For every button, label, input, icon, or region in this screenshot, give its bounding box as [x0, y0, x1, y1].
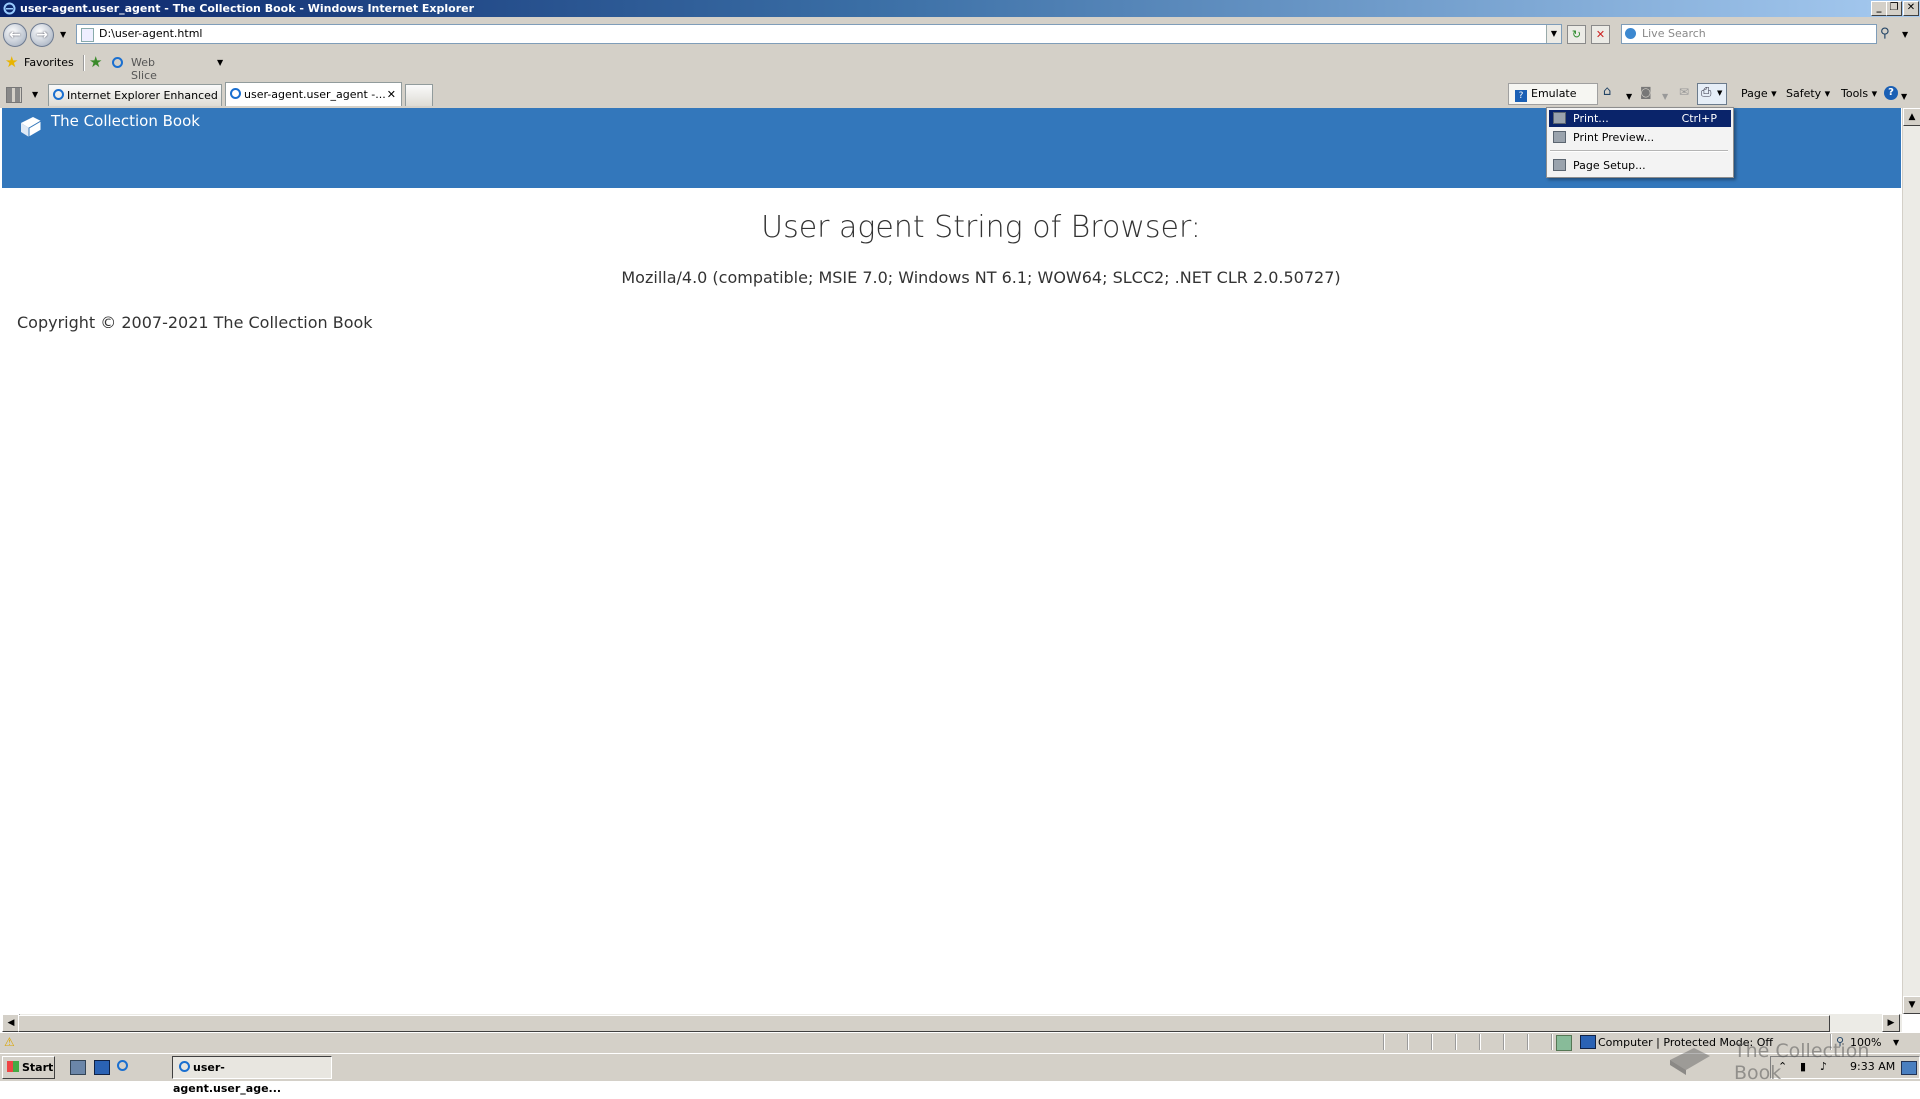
print-preview-icon [1553, 131, 1566, 143]
site-name[interactable]: The Collection Book [51, 112, 200, 130]
page-icon [81, 28, 94, 42]
emulate-ie7-button[interactable]: ?Emulate IE7 [1508, 83, 1598, 120]
address-dropdown-icon[interactable]: ▼ [1546, 25, 1561, 43]
watermark-book-icon [1670, 1048, 1710, 1075]
address-bar[interactable]: D:\user-agent.html ▼ [76, 24, 1562, 44]
home-icon[interactable]: ⌂ [1603, 84, 1611, 100]
page-setup-icon [1553, 159, 1566, 171]
start-label: Start [22, 1061, 54, 1074]
menu-item-label: Print Preview... [1573, 131, 1655, 144]
scroll-right-icon[interactable]: ▶ [1882, 1014, 1900, 1032]
page-heading: User agent String of Browser: [761, 210, 1201, 245]
favorites-star-icon: ★ [5, 53, 19, 71]
tools-menu[interactable]: Tools ▾ [1841, 86, 1877, 102]
title-bar: user-agent.user_agent - The Collection B… [0, 0, 1920, 17]
stop-button[interactable]: ✕ [1591, 25, 1610, 44]
back-arrow-icon: ← [9, 27, 21, 43]
menu-separator [1550, 150, 1728, 152]
refresh-button[interactable]: ↻ [1567, 25, 1586, 44]
close-tab-button[interactable]: ✕ [387, 83, 396, 107]
tab-user-agent[interactable]: user-agent.user_agent -... ✕ [225, 82, 402, 106]
ie-taskbar-icon [179, 1061, 190, 1072]
menu-item-label: Page Setup... [1573, 159, 1646, 172]
restore-button[interactable]: ❐ [1886, 1, 1902, 16]
page-menu-label: Page [1741, 87, 1768, 100]
quick-tabs-icon[interactable] [6, 87, 22, 103]
back-button[interactable]: ← [3, 23, 27, 47]
tab-label: user-agent.user_agent -... [244, 88, 386, 101]
menu-item-print[interactable]: Print... Ctrl+P [1549, 110, 1731, 127]
forward-arrow-icon: → [36, 27, 48, 43]
web-slice-icon [112, 57, 123, 68]
help-icon[interactable]: ? [1884, 86, 1898, 100]
warning-icon: ⚠ [4, 1035, 15, 1049]
feeds-dropdown-icon[interactable]: ▼ [1662, 89, 1668, 105]
safety-menu[interactable]: Safety ▾ [1786, 86, 1830, 102]
web-slice-dropdown-icon[interactable]: ▼ [217, 58, 223, 67]
tab-ie-enhanced[interactable]: Internet Explorer Enhanced ... [48, 84, 222, 124]
search-options-icon[interactable]: ▼ [1902, 30, 1908, 39]
print-icon [1553, 112, 1566, 124]
tab-list-dropdown-icon[interactable]: ▼ [32, 90, 38, 99]
address-input[interactable]: D:\user-agent.html [99, 25, 202, 43]
print-dropdown-icon: ▼ [1717, 89, 1723, 97]
menu-item-page-setup[interactable]: Page Setup... [1549, 157, 1731, 174]
home-dropdown-icon[interactable]: ▼ [1626, 89, 1632, 105]
help-dropdown-icon[interactable]: ▼ [1901, 89, 1907, 105]
print-button[interactable]: ⎙ ▼ [1697, 83, 1727, 105]
ie-page-icon [53, 89, 64, 100]
start-button[interactable]: Start [2, 1056, 55, 1079]
close-window-button[interactable]: ✕ [1903, 1, 1919, 16]
forward-button[interactable]: → [30, 23, 54, 47]
search-box[interactable]: Live Search [1621, 24, 1877, 44]
emulate-icon: ? [1515, 90, 1527, 102]
show-desktop-icon[interactable] [94, 1060, 110, 1075]
search-icon[interactable]: ⚲ [1880, 26, 1890, 41]
menu-item-label: Print... [1573, 112, 1609, 125]
printer-icon: ⎙ [1701, 85, 1712, 100]
search-provider-icon [1625, 28, 1636, 39]
ie-logo-icon [3, 2, 16, 15]
feeds-icon[interactable]: ◙ [1640, 84, 1652, 100]
favorites-button[interactable]: Favorites [24, 56, 74, 69]
ie-quicklaunch-icon[interactable] [117, 1060, 131, 1073]
watermark-text: The Collection Book [1734, 1040, 1870, 1084]
security-zone-icon [1556, 1035, 1572, 1051]
menu-item-print-preview[interactable]: Print Preview... [1549, 129, 1731, 146]
user-agent-string: Mozilla/4.0 (compatible; MSIE 7.0; Windo… [621, 268, 1341, 287]
vertical-scrollbar[interactable]: ▲ ▼ [1902, 108, 1920, 1014]
safety-menu-label: Safety [1786, 87, 1822, 100]
horizontal-scroll-thumb[interactable] [18, 1015, 1830, 1032]
page-menu[interactable]: Page ▾ [1741, 86, 1777, 102]
new-tab-button[interactable] [405, 84, 433, 106]
copyright-text: Copyright © 2007-2021 The Collection Boo… [17, 313, 373, 332]
mail-icon[interactable]: ✉ [1679, 84, 1689, 100]
windows-flag-icon [7, 1061, 19, 1072]
ie-page-icon [230, 88, 241, 99]
computer-icon [1580, 1035, 1596, 1049]
search-input[interactable]: Live Search [1642, 25, 1706, 43]
scroll-up-icon[interactable]: ▲ [1903, 108, 1920, 126]
book-logo-icon [21, 117, 42, 138]
taskbar-item-ie[interactable]: user-agent.user_age... [172, 1056, 332, 1095]
menu-item-shortcut: Ctrl+P [1681, 112, 1717, 125]
window-title: user-agent.user_agent - The Collection B… [20, 2, 475, 15]
tools-menu-label: Tools [1841, 87, 1869, 100]
history-dropdown-icon[interactable]: ▼ [60, 30, 66, 39]
print-menu: Print... Ctrl+P Print Preview... Page Se… [1546, 107, 1734, 178]
minimize-button[interactable]: _ [1871, 1, 1887, 16]
add-to-favorites-icon[interactable]: ★ [89, 53, 102, 71]
server-manager-icon[interactable] [70, 1060, 86, 1075]
scroll-down-icon[interactable]: ▼ [1903, 996, 1920, 1014]
